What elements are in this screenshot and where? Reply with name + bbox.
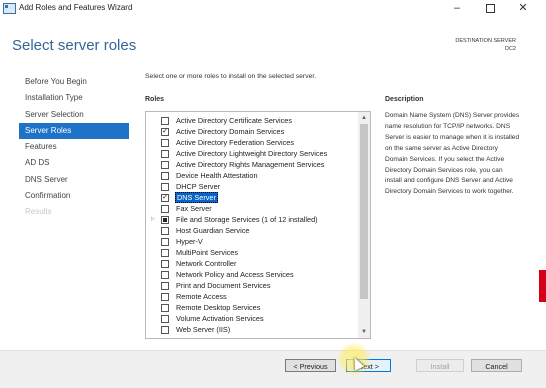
- nav-item-installation-type[interactable]: Installation Type: [22, 90, 129, 106]
- role-label[interactable]: DNS Server: [175, 192, 218, 203]
- role-row[interactable]: Network Policy and Access Services: [146, 269, 356, 280]
- role-checkbox[interactable]: [161, 172, 169, 180]
- role-label[interactable]: Host Guardian Service: [175, 225, 250, 236]
- maximize-button[interactable]: [476, 0, 504, 17]
- role-checkbox[interactable]: ✓: [161, 194, 169, 202]
- role-label[interactable]: MultiPoint Services: [175, 247, 239, 258]
- wizard-footer: [0, 350, 546, 388]
- nav-item-before-you-begin[interactable]: Before You Begin: [22, 74, 129, 90]
- role-checkbox[interactable]: [161, 304, 169, 312]
- role-label[interactable]: Volume Activation Services: [175, 313, 265, 324]
- description-text: Domain Name System (DNS) Server provides…: [385, 112, 520, 196]
- roles-scrollbar[interactable]: ▲ ▼: [358, 112, 370, 338]
- role-row[interactable]: DHCP Server: [146, 181, 356, 192]
- description-header: Description: [385, 96, 424, 103]
- role-row[interactable]: MultiPoint Services: [146, 247, 356, 258]
- background-window-edge: [539, 270, 546, 302]
- role-checkbox[interactable]: [161, 293, 169, 301]
- close-button[interactable]: ✕: [509, 0, 537, 17]
- nav-item-confirmation[interactable]: Confirmation: [22, 188, 129, 204]
- role-row[interactable]: Host Guardian Service: [146, 225, 356, 236]
- role-label[interactable]: DHCP Server: [175, 181, 221, 192]
- nav-item-ad-ds[interactable]: AD DS: [22, 155, 129, 171]
- roles-list-box[interactable]: Active Directory Certificate Services ✓ Ac…: [145, 111, 371, 339]
- role-row[interactable]: Active Directory Lightweight Directory S…: [146, 148, 356, 159]
- role-row[interactable]: Print and Document Services: [146, 280, 356, 291]
- role-label[interactable]: Active Directory Federation Services: [175, 137, 295, 148]
- role-row[interactable]: Remote Desktop Services: [146, 302, 356, 313]
- role-label[interactable]: Network Policy and Access Services: [175, 269, 295, 280]
- minimize-button[interactable]: –: [443, 0, 471, 17]
- role-label[interactable]: Web Server (IIS): [175, 324, 231, 335]
- role-checkbox[interactable]: [161, 150, 169, 158]
- role-checkbox[interactable]: [161, 227, 169, 235]
- role-row[interactable]: ✓ Active Directory Domain Services: [146, 126, 356, 137]
- role-row[interactable]: Active Directory Federation Services: [146, 137, 356, 148]
- instruction-text: Select one or more roles to install on t…: [145, 73, 317, 80]
- nav-item-server-roles[interactable]: Server Roles: [19, 122, 129, 140]
- role-row[interactable]: Active Directory Rights Management Servi…: [146, 159, 356, 170]
- role-checkbox[interactable]: [161, 282, 169, 290]
- roles-list: Active Directory Certificate Services ✓ Ac…: [146, 115, 356, 335]
- window-title: Add Roles and Features Wizard: [19, 3, 133, 12]
- previous-button[interactable]: < Previous: [285, 359, 336, 372]
- role-checkbox[interactable]: ✓: [161, 128, 169, 136]
- role-label[interactable]: Device Health Attestation: [175, 170, 259, 181]
- nav-item-results: Results: [25, 207, 52, 217]
- roles-header: Roles: [145, 96, 165, 103]
- expand-arrow-icon[interactable]: ▷: [151, 214, 157, 225]
- role-row[interactable]: Fax Server: [146, 203, 356, 214]
- nav-item-features[interactable]: Features: [22, 139, 129, 155]
- scroll-up-arrow-icon[interactable]: ▲: [358, 112, 370, 124]
- role-checkbox[interactable]: [161, 249, 169, 257]
- maximize-icon: [485, 4, 495, 13]
- server-manager-icon: [3, 3, 16, 14]
- role-checkbox[interactable]: [161, 238, 169, 246]
- role-label[interactable]: Remote Access: [175, 291, 228, 302]
- role-checkbox[interactable]: [161, 216, 169, 224]
- role-label[interactable]: Print and Document Services: [175, 280, 272, 291]
- nav-item-dns-server[interactable]: DNS Server: [22, 172, 129, 188]
- role-row[interactable]: Device Health Attestation: [146, 170, 356, 181]
- role-row[interactable]: Web Server (IIS): [146, 324, 356, 335]
- role-row[interactable]: Active Directory Certificate Services: [146, 115, 356, 126]
- role-checkbox[interactable]: [161, 271, 169, 279]
- role-label[interactable]: Active Directory Certificate Services: [175, 115, 293, 126]
- role-label[interactable]: Active Directory Lightweight Directory S…: [175, 148, 328, 159]
- role-label[interactable]: Fax Server: [175, 203, 213, 214]
- role-label[interactable]: Remote Desktop Services: [175, 302, 261, 313]
- role-label[interactable]: Active Directory Domain Services: [175, 126, 285, 137]
- page-title: Select server roles: [12, 37, 137, 54]
- role-label[interactable]: Hyper-V: [175, 236, 204, 247]
- wizard-navigation: Before You Begin Installation Type Server …: [19, 74, 129, 221]
- nav-item-server-selection[interactable]: Server Selection: [22, 107, 129, 123]
- role-checkbox[interactable]: [161, 117, 169, 125]
- destination-server-name: DC2: [504, 46, 516, 52]
- role-checkbox[interactable]: [161, 205, 169, 213]
- role-checkbox[interactable]: [161, 315, 169, 323]
- role-checkbox[interactable]: [161, 161, 169, 169]
- role-row[interactable]: ▷ File and Storage Services (1 of 12 inst…: [146, 214, 356, 225]
- cancel-button[interactable]: Cancel: [471, 359, 522, 372]
- role-label[interactable]: Network Controller: [175, 258, 237, 269]
- role-label[interactable]: Active Directory Rights Management Servi…: [175, 159, 325, 170]
- destination-server-label: DESTINATION SERVER: [455, 38, 516, 44]
- title-bar: Add Roles and Features Wizard – ✕: [0, 0, 546, 17]
- role-row[interactable]: Network Controller: [146, 258, 356, 269]
- role-row[interactable]: Remote Access: [146, 291, 356, 302]
- role-label[interactable]: File and Storage Services (1 of 12 insta…: [175, 214, 319, 225]
- role-checkbox[interactable]: [161, 326, 169, 334]
- scroll-down-arrow-icon[interactable]: ▼: [358, 326, 370, 338]
- install-button: Install: [416, 359, 464, 372]
- scroll-thumb[interactable]: [360, 124, 368, 299]
- role-checkbox[interactable]: [161, 183, 169, 191]
- role-row[interactable]: Volume Activation Services: [146, 313, 356, 324]
- role-row[interactable]: Hyper-V: [146, 236, 356, 247]
- role-checkbox[interactable]: [161, 139, 169, 147]
- role-row[interactable]: ✓ DNS Server: [146, 192, 356, 203]
- role-checkbox[interactable]: [161, 260, 169, 268]
